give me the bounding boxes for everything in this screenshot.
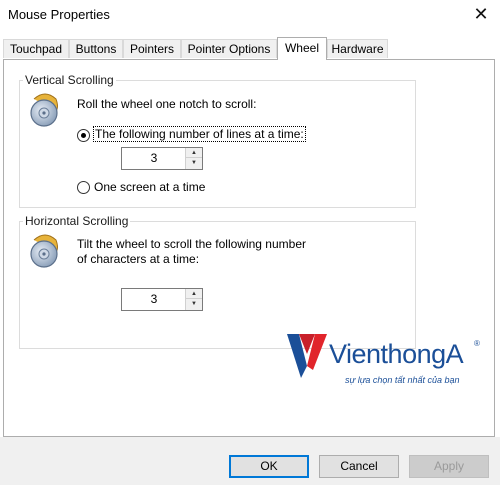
mouse-wheel-icon	[30, 93, 58, 127]
one-screen-label[interactable]: One screen at a time	[94, 180, 205, 194]
characters-spinner[interactable]: 3 ▲ ▼	[121, 288, 203, 311]
spin-down-icon[interactable]: ▼	[186, 158, 202, 169]
tab-pointer-options[interactable]: Pointer Options	[181, 39, 277, 58]
characters-value[interactable]: 3	[122, 289, 186, 310]
spin-up-icon[interactable]: ▲	[186, 148, 202, 158]
vienthonga-watermark: VienthongA ® sự lựa chọn tất nhất của bạ…	[285, 330, 490, 390]
tab-hardware[interactable]: Hardware	[327, 39, 388, 58]
window-title: Mouse Properties	[8, 7, 110, 22]
ok-button[interactable]: OK	[229, 455, 309, 478]
vertical-scrolling-group: Vertical Scrolling Roll the wheel one no…	[19, 73, 416, 208]
vertical-scrolling-title: Vertical Scrolling	[23, 73, 116, 87]
apply-button[interactable]: Apply	[409, 455, 489, 478]
title-bar: Mouse Properties ✕	[0, 0, 500, 30]
lines-spinner[interactable]: 3 ▲ ▼	[121, 147, 203, 170]
registered-mark: ®	[474, 339, 480, 348]
cancel-button[interactable]: Cancel	[319, 455, 399, 478]
radio-lines-at-a-time[interactable]	[77, 129, 90, 142]
tab-strip: Touchpad Buttons Pointers Pointer Option…	[0, 37, 500, 60]
horizontal-scrolling-title: Horizontal Scrolling	[23, 214, 131, 228]
characters-spinner-buttons: ▲ ▼	[185, 289, 202, 310]
dialog-button-bar: OK Cancel Apply	[0, 437, 500, 485]
close-icon[interactable]: ✕	[468, 2, 494, 26]
tab-buttons[interactable]: Buttons	[69, 39, 123, 58]
spin-up-icon[interactable]: ▲	[186, 289, 202, 299]
horizontal-intro-line1: Tilt the wheel to scroll the following n…	[77, 237, 306, 251]
lines-value[interactable]: 3	[122, 148, 186, 169]
radio-one-screen[interactable]	[77, 181, 90, 194]
tab-touchpad[interactable]: Touchpad	[3, 39, 69, 58]
vienthonga-brand: VienthongA	[329, 339, 464, 369]
spin-down-icon[interactable]: ▼	[186, 299, 202, 310]
lines-at-a-time-label[interactable]: The following number of lines at a time:	[93, 126, 306, 142]
horizontal-intro-line2: of characters at a time:	[77, 252, 200, 266]
vienthonga-slogan: sự lựa chọn tất nhất của bạn	[345, 375, 460, 385]
vienthonga-logo-icon	[287, 334, 327, 378]
lines-spinner-buttons: ▲ ▼	[185, 148, 202, 169]
vertical-intro-label: Roll the wheel one notch to scroll:	[77, 97, 257, 111]
mouse-tilt-wheel-icon	[30, 234, 58, 268]
tab-pointers[interactable]: Pointers	[123, 39, 181, 58]
lines-at-a-time-text: The following number of lines at a time:	[93, 126, 306, 142]
tab-wheel[interactable]: Wheel	[277, 37, 327, 60]
